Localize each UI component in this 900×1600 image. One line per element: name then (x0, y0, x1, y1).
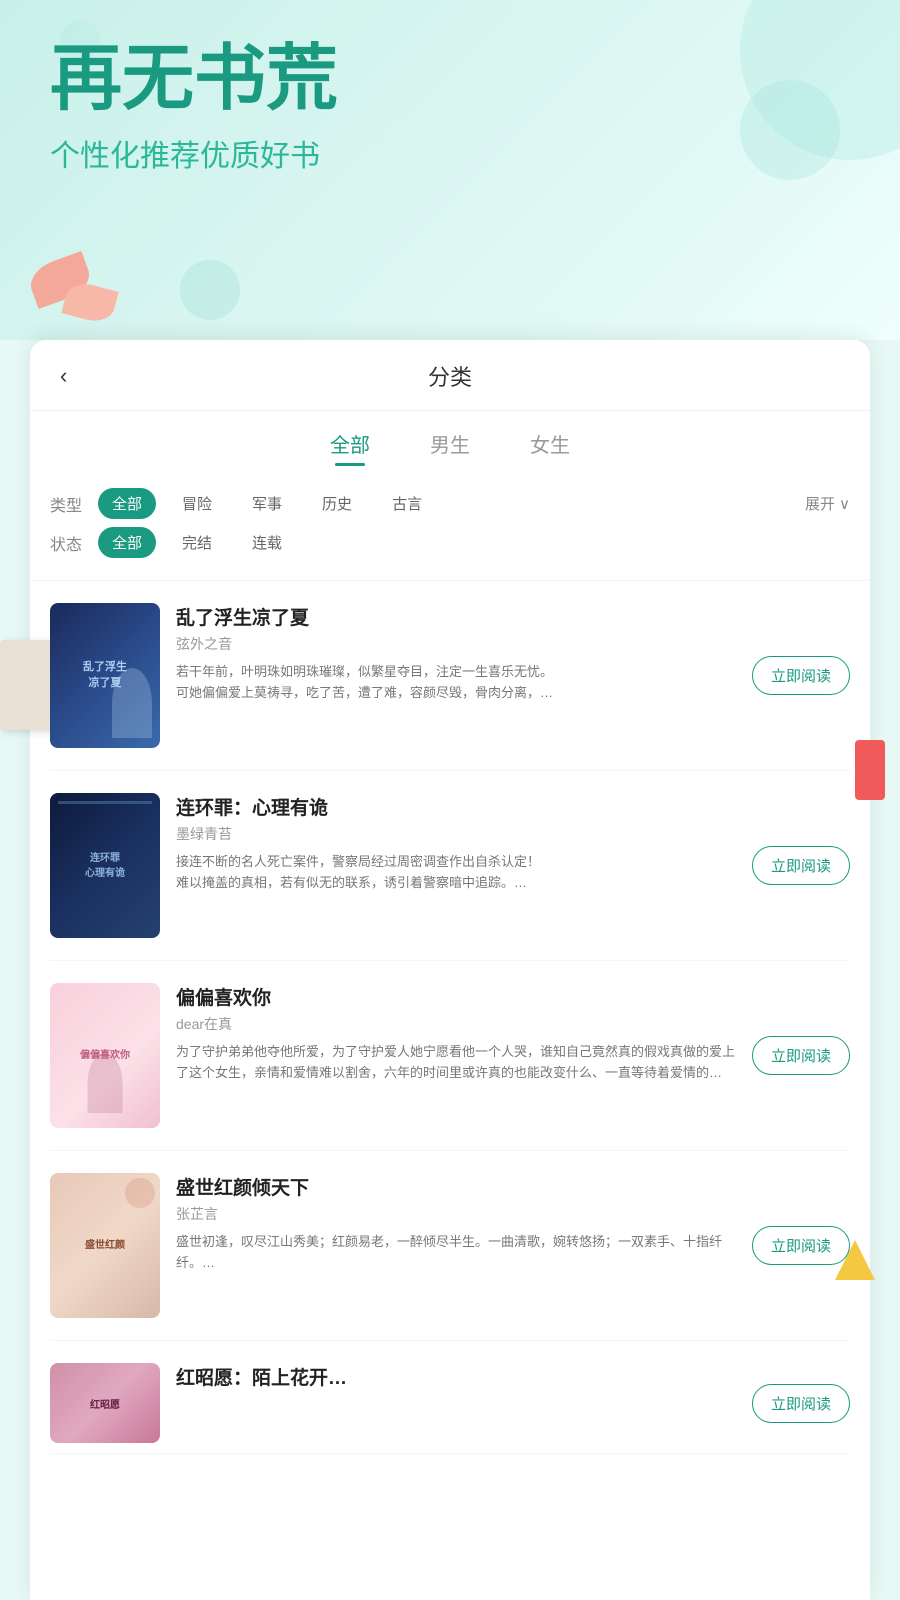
type-tag-history[interactable]: 历史 (308, 488, 366, 519)
type-tag-military[interactable]: 军事 (238, 488, 296, 519)
book-desc-3: 为了守护弟弟他夺他所爱，为了守护爱人她宁愿看他一个人哭，谁知自己竟然真的假戏真做… (176, 1042, 736, 1084)
type-tag-all[interactable]: 全部 (98, 488, 156, 519)
book-desc-2: 接连不断的名人死亡案件，警察局经过周密调查作出自杀认定！难以掩盖的真相，若有似无… (176, 852, 736, 894)
expand-button[interactable]: 展开 ∨ (805, 493, 850, 514)
book-title-2: 连环罪：心理有诡 (176, 793, 736, 820)
book-item-1: 乱了浮生凉了夏 乱了浮生凉了夏 弦外之音 若干年前，叶明珠如明珠璀璨，似繁星夺目… (50, 581, 850, 771)
read-button-3[interactable]: 立即阅读 (752, 1036, 850, 1075)
book-info-4: 盛世红颜倾天下 张芷言 盛世初逢，叹尽江山秀美；红颜易老，一醉倾尽半生。一曲清歌… (176, 1173, 736, 1274)
book-cover-5: 红昭愿 (50, 1363, 160, 1443)
hero-title: 再无书荒 (50, 40, 850, 119)
book-info-3: 偏偏喜欢你 dear在真 为了守护弟弟他夺他所爱，为了守护爱人她宁愿看他一个人哭… (176, 983, 736, 1084)
book-info-1: 乱了浮生凉了夏 弦外之音 若干年前，叶明珠如明珠璀璨，似繁星夺目，注定一生喜乐无… (176, 603, 736, 704)
book-title-1: 乱了浮生凉了夏 (176, 603, 736, 630)
read-button-4[interactable]: 立即阅读 (752, 1226, 850, 1265)
page-title: 分类 (428, 360, 472, 392)
main-card: ‹ 分类 全部 男生 女生 类型 全部 冒险 军事 历史 古言 展开 ∨ 状态 … (30, 340, 870, 1600)
book-cover-3: 偏偏喜欢你 (50, 983, 160, 1128)
book-author-4: 张芷言 (176, 1204, 736, 1224)
book-item-4: 盛世红颜 盛世红颜倾天下 张芷言 盛世初逢，叹尽江山秀美；红颜易老，一醉倾尽半生… (50, 1151, 850, 1341)
filter-section: 类型 全部 冒险 军事 历史 古言 展开 ∨ 状态 全部 完结 连载 (30, 466, 870, 581)
book-desc-1: 若干年前，叶明珠如明珠璀璨，似繁星夺目，注定一生喜乐无忧。可她偏偏爱上莫祷寻，吃… (176, 662, 736, 704)
type-tag-adventure[interactable]: 冒险 (168, 488, 226, 519)
book-author-2: 墨绿青苔 (176, 824, 736, 844)
book-title-5: 红昭愿：陌上花开… (176, 1363, 736, 1390)
back-button[interactable]: ‹ (60, 363, 67, 389)
book-cover-4: 盛世红颜 (50, 1173, 160, 1318)
status-tag-all[interactable]: 全部 (98, 527, 156, 558)
type-filter-row: 类型 全部 冒险 军事 历史 古言 展开 ∨ (50, 488, 850, 519)
side-red-decoration (855, 740, 885, 800)
status-filter-row: 状态 全部 完结 连载 (50, 527, 850, 558)
book-item-5: 红昭愿 红昭愿：陌上花开… 立即阅读 (50, 1341, 850, 1454)
type-tag-ancient[interactable]: 古言 (378, 488, 436, 519)
type-filter-label: 类型 (50, 492, 86, 516)
status-tag-ongoing[interactable]: 连载 (238, 527, 296, 558)
tab-all[interactable]: 全部 (330, 429, 370, 466)
book-desc-4: 盛世初逢，叹尽江山秀美；红颜易老，一醉倾尽半生。一曲清歌，婉转悠扬；一双素手、十… (176, 1232, 736, 1274)
deco-circle3 (180, 260, 240, 320)
tab-male[interactable]: 男生 (430, 429, 470, 466)
book-item-3: 偏偏喜欢你 偏偏喜欢你 dear在真 为了守护弟弟他夺他所爱，为了守护爱人她宁愿… (50, 961, 850, 1151)
book-info-5: 红昭愿：陌上花开… (176, 1363, 736, 1394)
status-filter-label: 状态 (50, 531, 86, 555)
book-cover-1: 乱了浮生凉了夏 (50, 603, 160, 748)
book-title-4: 盛世红颜倾天下 (176, 1173, 736, 1200)
hero-section: 再无书荒 个性化推荐优质好书 (0, 0, 900, 340)
card-header: ‹ 分类 (30, 340, 870, 411)
book-title-3: 偏偏喜欢你 (176, 983, 736, 1010)
status-tag-complete[interactable]: 完结 (168, 527, 226, 558)
read-button-1[interactable]: 立即阅读 (752, 656, 850, 695)
hero-subtitle: 个性化推荐优质好书 (50, 131, 850, 175)
book-list: 乱了浮生凉了夏 乱了浮生凉了夏 弦外之音 若干年前，叶明珠如明珠璀璨，似繁星夺目… (30, 581, 870, 1454)
book-author-1: 弦外之音 (176, 634, 736, 654)
category-tabs: 全部 男生 女生 (30, 411, 870, 466)
book-info-2: 连环罪：心理有诡 墨绿青苔 接连不断的名人死亡案件，警察局经过周密调查作出自杀认… (176, 793, 736, 894)
book-cover-2: 连环罪心理有诡 (50, 793, 160, 938)
book-item-2: 连环罪心理有诡 连环罪：心理有诡 墨绿青苔 接连不断的名人死亡案件，警察局经过周… (50, 771, 850, 961)
book-author-3: dear在真 (176, 1014, 736, 1034)
read-button-5[interactable]: 立即阅读 (752, 1384, 850, 1423)
tab-female[interactable]: 女生 (530, 429, 570, 466)
read-button-2[interactable]: 立即阅读 (752, 846, 850, 885)
